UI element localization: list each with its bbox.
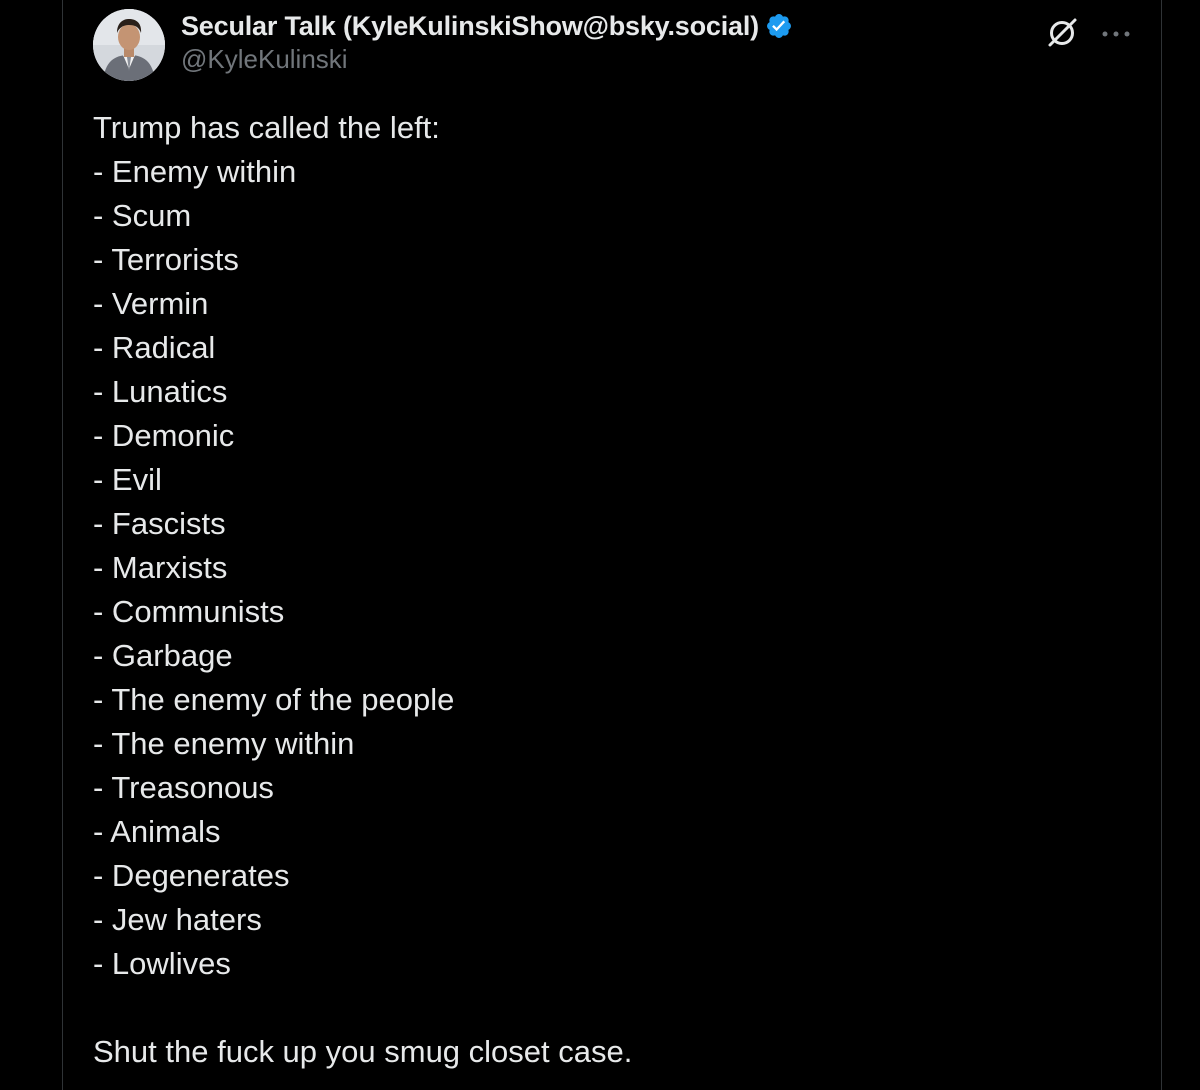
list-item: - Enemy within [93, 154, 297, 189]
list-item: - Lowlives [93, 946, 231, 981]
header-actions [1045, 14, 1131, 55]
grok-icon[interactable] [1045, 14, 1081, 55]
list-item: - Communists [93, 594, 285, 629]
display-name-row: Secular Talk (KyleKulinskiShow@bsky.soci… [181, 6, 793, 46]
list-item: - Treasonous [93, 770, 274, 805]
author-handle[interactable]: @KyleKulinski [181, 44, 793, 75]
more-options-icon[interactable] [1101, 26, 1131, 44]
avatar-image [93, 9, 165, 81]
paragraph-break [93, 986, 1131, 1030]
list-item: - Terrorists [93, 242, 239, 277]
list-item: - Fascists [93, 506, 226, 541]
list-item: - Animals [93, 814, 221, 849]
list-item: - The enemy within [93, 726, 355, 761]
list-item: - Garbage [93, 638, 233, 673]
post-intro: Trump has called the left: [93, 110, 440, 145]
list-item: - The enemy of the people [93, 682, 455, 717]
list-item: - Scum [93, 198, 192, 233]
list-item: - Demonic [93, 418, 235, 453]
list-item: - Radical [93, 330, 216, 365]
post-text: Trump has called the left: - Enemy withi… [93, 106, 1131, 1074]
list-item: - Degenerates [93, 858, 290, 893]
author-display-name[interactable]: Secular Talk (KyleKulinskiShow@bsky.soci… [181, 11, 759, 42]
avatar[interactable] [93, 9, 165, 81]
author-names: Secular Talk (KyleKulinskiShow@bsky.soci… [181, 6, 793, 75]
post-closing-line: Shut the fuck up you smug closet case. [93, 1034, 633, 1069]
insult-list: - Enemy within - Scum - Terrorists - Ver… [93, 150, 1131, 986]
list-item: - Vermin [93, 286, 209, 321]
post-container: Secular Talk (KyleKulinskiShow@bsky.soci… [62, 0, 1162, 1090]
verified-badge-icon[interactable] [765, 12, 793, 40]
list-item: - Evil [93, 462, 162, 497]
list-item: - Marxists [93, 550, 228, 585]
list-item: - Lunatics [93, 374, 228, 409]
post-header: Secular Talk (KyleKulinskiShow@bsky.soci… [93, 4, 1131, 84]
list-item: - Jew haters [93, 902, 262, 937]
